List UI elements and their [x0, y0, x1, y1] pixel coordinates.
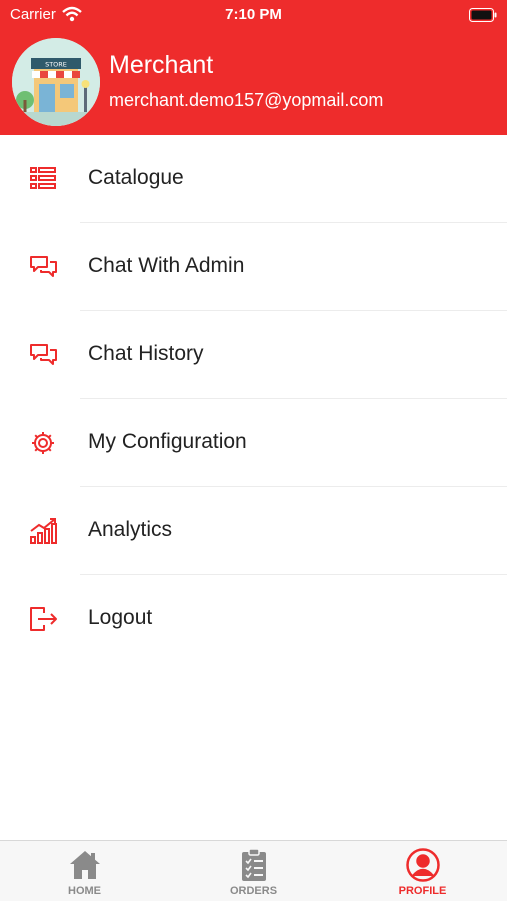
avatar[interactable]: STORE [12, 38, 100, 126]
clipboard-icon [236, 847, 272, 883]
clock-time: 7:10 PM [225, 6, 282, 23]
profile-header: STORE Merchant merchant.demo157@yopmail.… [0, 30, 507, 135]
menu-item-label: Chat History [88, 342, 204, 365]
merchant-name: Merchant [109, 51, 214, 79]
chat-icon [28, 341, 60, 369]
profile-menu: Catalogue Chat With Admin Chat History M… [0, 135, 507, 663]
menu-item-analytics[interactable]: Analytics [0, 487, 507, 575]
store-icon: STORE [12, 38, 100, 126]
merchant-email: merchant.demo157@yopmail.com [109, 90, 384, 110]
chart-icon [28, 517, 60, 545]
tab-label: HOME [68, 885, 101, 897]
avatar-sign-text: STORE [45, 61, 67, 69]
menu-item-label: Chat With Admin [88, 254, 245, 277]
logout-icon [28, 605, 60, 633]
menu-item-logout[interactable]: Logout [0, 575, 507, 663]
list-icon [28, 165, 60, 193]
profile-icon [405, 847, 441, 883]
tab-label: PROFILE [398, 885, 447, 897]
home-icon [67, 847, 103, 883]
menu-item-label: Analytics [88, 518, 173, 541]
gear-icon [28, 429, 60, 457]
menu-item-label: Logout [88, 606, 153, 629]
tab-orders[interactable]: ORDERS [169, 841, 338, 901]
chat-icon [28, 253, 60, 281]
menu-item-my-configuration[interactable]: My Configuration [0, 399, 507, 487]
menu-item-chat-with-admin[interactable]: Chat With Admin [0, 223, 507, 311]
menu-item-chat-history[interactable]: Chat History [0, 311, 507, 399]
menu-item-catalogue[interactable]: Catalogue [0, 135, 507, 223]
menu-item-label: My Configuration [88, 430, 247, 453]
battery-icon [469, 8, 497, 27]
tab-bar: HOME ORDERS PROFILE [0, 840, 507, 901]
menu-item-label: Catalogue [88, 166, 184, 189]
tab-home[interactable]: HOME [0, 841, 169, 901]
tab-profile[interactable]: PROFILE [338, 841, 507, 901]
status-bar: Carrier 7:10 PM [0, 0, 507, 30]
tab-label: ORDERS [229, 885, 278, 897]
